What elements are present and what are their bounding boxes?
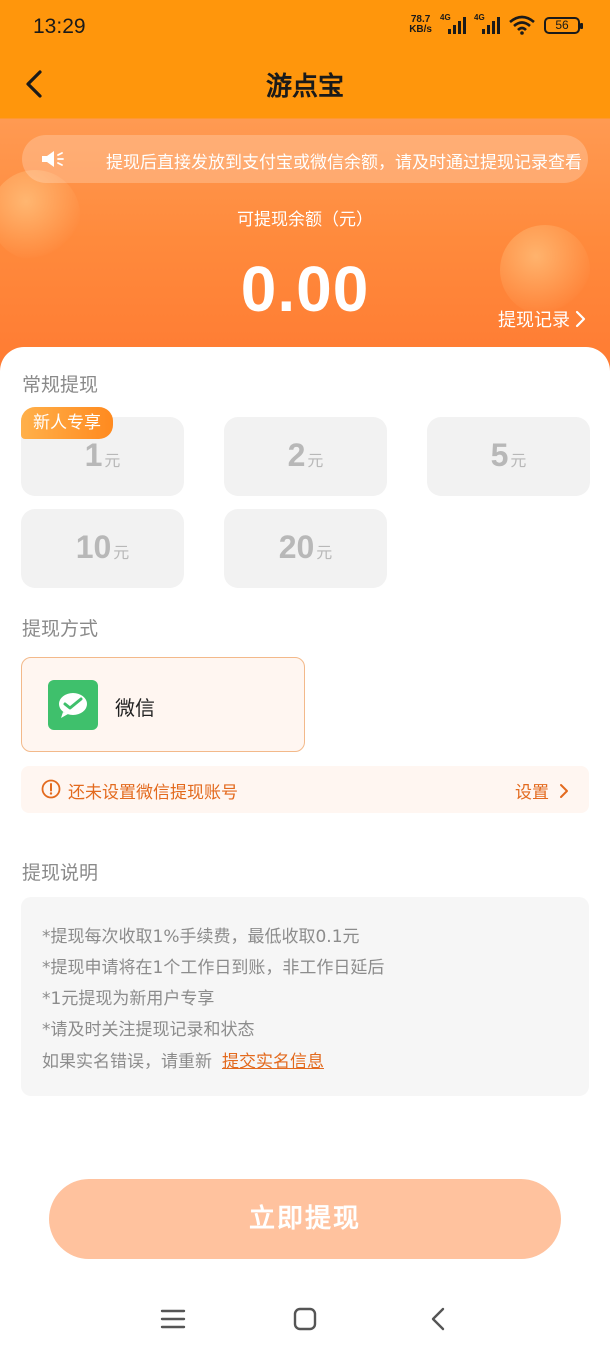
balance-label: 可提现余额（元） [237, 210, 373, 230]
network-speed-unit: KB/s [409, 24, 432, 35]
notice-text: 提现后直接发放到支付宝或微信余额，请及时通过提现记录查看 [106, 153, 582, 173]
home-icon[interactable] [290, 1304, 320, 1334]
submit-realname-link[interactable]: 提交实名信息 [222, 1052, 324, 1072]
amount-unit: 元 [104, 451, 121, 470]
amount-value: 5 [490, 437, 509, 473]
menu-icon[interactable] [158, 1304, 188, 1334]
amount-value: 1 [84, 437, 103, 473]
amount-value: 2 [287, 437, 306, 473]
chevron-right-icon [575, 310, 586, 328]
speaker-icon [42, 151, 64, 167]
amount-option-10[interactable]: 10 元 [21, 509, 184, 588]
regular-withdraw-title: 常规提现 [22, 374, 99, 396]
explain-line: *1元提现为新用户专享 [42, 989, 215, 1009]
method-label: 微信 [115, 696, 155, 720]
explain-line: *提现每次收取1%手续费，最低收取0.1元 [42, 927, 360, 947]
withdraw-method-title: 提现方式 [22, 618, 99, 640]
explain-last-prefix: 如果实名错误，请重新 [42, 1052, 212, 1072]
withdraw-now-button[interactable]: 立即提现 [49, 1179, 561, 1259]
system-nav-bar [0, 1290, 610, 1350]
amount-option-20[interactable]: 20 元 [224, 509, 387, 588]
set-account-button[interactable]: 设置 [515, 778, 569, 803]
amount-unit: 元 [113, 543, 130, 562]
amount-unit: 元 [316, 543, 333, 562]
signal-icon: 4G [474, 13, 500, 34]
warning-text: 还未设置微信提现账号 [68, 783, 238, 803]
signal-icon: 4G [440, 13, 466, 34]
explain-line: *提现申请将在1个工作日到账，非工作日延后 [42, 958, 385, 978]
withdraw-explain-box: *提现每次收取1%手续费，最低收取0.1元 *提现申请将在1个工作日到账，非工作… [21, 897, 589, 1096]
amount-value: 10 [75, 529, 112, 565]
amount-option-5[interactable]: 5元 [427, 417, 590, 496]
withdraw-page: 13:29 78.7 KB/s 4G 4G 56 游点宝 提现后直接发放到支付宝… [0, 0, 610, 1356]
signal-label: 4G [474, 13, 485, 22]
chevron-right-icon [560, 783, 568, 798]
withdraw-explain-title: 提现说明 [22, 862, 99, 884]
withdraw-record-link[interactable]: 提现记录 [498, 306, 586, 332]
wechat-icon [48, 680, 98, 730]
amount-option-2[interactable]: 2元 [224, 417, 387, 496]
set-account-label: 设置 [515, 783, 549, 803]
account-warning: 还未设置微信提现账号 设置 [21, 766, 589, 813]
status-time: 13:29 [33, 15, 86, 38]
amount-unit: 元 [307, 451, 324, 470]
method-option-wechat[interactable]: 微信 [21, 657, 305, 752]
notice-banner: 提现后直接发放到支付宝或微信余额，请及时通过提现记录查看 [22, 135, 588, 183]
new-user-badge: 新人专享 [21, 407, 113, 439]
warning-icon [41, 779, 61, 799]
amount-unit: 元 [510, 451, 527, 470]
status-icons: 78.7 KB/s 4G 4G 56 [409, 13, 583, 35]
back-icon[interactable] [424, 1304, 454, 1334]
battery-icon: 56 [544, 16, 583, 34]
wifi-icon [509, 15, 535, 35]
network-speed: 78.7 KB/s [409, 15, 432, 35]
status-bar: 13:29 78.7 KB/s 4G 4G 56 [0, 0, 610, 56]
amount-value: 20 [278, 529, 315, 565]
page-title: 游点宝 [265, 72, 344, 102]
signal-label: 4G [440, 13, 451, 22]
explain-line: 如果实名错误，请重新 提交实名信息 [42, 1047, 324, 1072]
explain-line: *请及时关注提现记录和状态 [42, 1020, 255, 1040]
withdraw-record-label: 提现记录 [498, 310, 570, 331]
